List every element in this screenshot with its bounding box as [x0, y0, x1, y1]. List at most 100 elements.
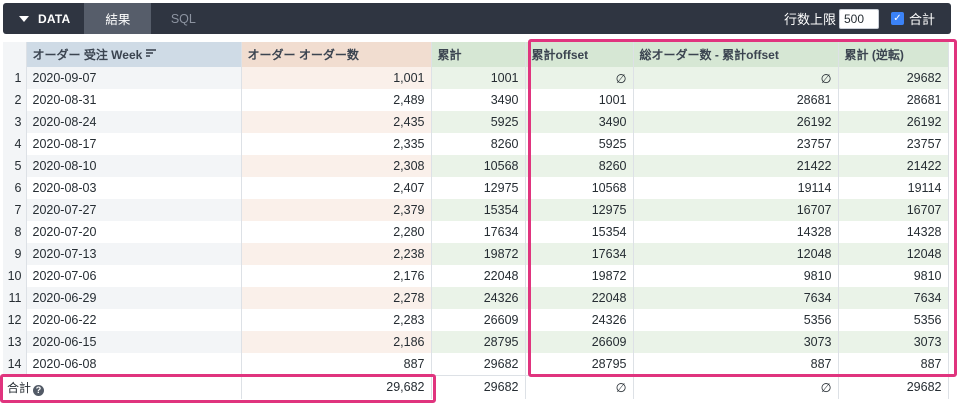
totals-label: 合計 — [7, 380, 32, 395]
cell-total-minus-offset-null[interactable]: ∅ — [633, 67, 839, 89]
cell-total-minus-offset[interactable]: 21422 — [633, 155, 839, 177]
cell-order-count[interactable]: 2,407 — [241, 177, 432, 199]
cell-cumulative-offset[interactable]: 5925 — [525, 133, 634, 155]
cell-total-minus-offset[interactable]: 9810 — [633, 265, 839, 287]
column-header-week[interactable]: オーダー 受注 Week — [26, 42, 242, 67]
cell-total-minus-offset[interactable]: 23757 — [633, 133, 839, 155]
cell-total-minus-offset[interactable]: 16707 — [633, 199, 839, 221]
cell-total-minus-offset[interactable]: 14328 — [633, 221, 839, 243]
column-header-cumulative-offset[interactable]: 累計offset — [525, 42, 634, 67]
cell-total-minus-offset[interactable]: 28681 — [633, 89, 839, 111]
sort-descending-icon[interactable] — [146, 48, 157, 59]
cell-cumulative[interactable]: 5925 — [431, 111, 526, 133]
cell-week[interactable]: 2020-08-31 — [26, 89, 242, 111]
totals-checkbox[interactable]: ✓ — [890, 12, 904, 25]
cell-cumulative-reversed[interactable]: 29682 — [838, 67, 949, 89]
cell-total-minus-offset[interactable]: 3073 — [633, 331, 839, 353]
cell-cumulative-offset[interactable]: 12975 — [525, 199, 634, 221]
cell-order-count[interactable]: 2,176 — [241, 265, 432, 287]
cell-cumulative-reversed[interactable]: 26192 — [838, 111, 949, 133]
cell-cumulative-reversed[interactable]: 5356 — [838, 309, 949, 331]
cell-cumulative-reversed[interactable]: 9810 — [838, 265, 949, 287]
row-number: 4 — [3, 133, 27, 155]
cell-cumulative[interactable]: 12975 — [431, 177, 526, 199]
tab-sql[interactable]: SQL — [151, 3, 215, 34]
cell-cumulative-offset[interactable]: 1001 — [525, 89, 634, 111]
cell-cumulative-reversed[interactable]: 19114 — [838, 177, 949, 199]
cell-cumulative-offset-null[interactable]: ∅ — [525, 67, 634, 89]
cell-order-count[interactable]: 2,335 — [241, 133, 432, 155]
row-limit-input[interactable] — [838, 8, 879, 29]
row-number: 3 — [3, 111, 27, 133]
cell-order-count[interactable]: 2,435 — [241, 111, 432, 133]
cell-week[interactable]: 2020-09-07 — [26, 67, 242, 89]
help-icon[interactable]: ? — [33, 384, 45, 396]
cell-cumulative-reversed[interactable]: 887 — [838, 353, 949, 375]
cell-cumulative-offset[interactable]: 22048 — [525, 287, 634, 309]
column-header-order-count[interactable]: オーダー オーダー数 — [241, 42, 432, 67]
cell-order-count[interactable]: 2,186 — [241, 331, 432, 353]
cell-cumulative-reversed[interactable]: 28681 — [838, 89, 949, 111]
cell-week[interactable]: 2020-07-06 — [26, 265, 242, 287]
column-header-cumulative[interactable]: 累計 — [431, 42, 526, 67]
cell-cumulative-reversed[interactable]: 16707 — [838, 199, 949, 221]
cell-week[interactable]: 2020-08-03 — [26, 177, 242, 199]
cell-cumulative[interactable]: 17634 — [431, 221, 526, 243]
cell-week[interactable]: 2020-07-13 — [26, 243, 242, 265]
data-section-toggle[interactable]: DATA — [3, 3, 84, 34]
cell-order-count[interactable]: 887 — [241, 353, 432, 375]
cell-cumulative-reversed[interactable]: 14328 — [838, 221, 949, 243]
cell-cumulative[interactable]: 24326 — [431, 287, 526, 309]
cell-cumulative-offset[interactable]: 10568 — [525, 177, 634, 199]
cell-cumulative-offset[interactable]: 28795 — [525, 353, 634, 375]
cell-order-count[interactable]: 1,001 — [241, 67, 432, 89]
cell-week[interactable]: 2020-07-27 — [26, 199, 242, 221]
cell-total-minus-offset[interactable]: 19114 — [633, 177, 839, 199]
column-header-total-minus-offset[interactable]: 総オーダー数 - 累計offset — [633, 42, 839, 67]
cell-week[interactable]: 2020-08-17 — [26, 133, 242, 155]
cell-cumulative-reversed[interactable]: 21422 — [838, 155, 949, 177]
cell-order-count[interactable]: 2,283 — [241, 309, 432, 331]
cell-week[interactable]: 2020-08-24 — [26, 111, 242, 133]
cell-cumulative[interactable]: 15354 — [431, 199, 526, 221]
cell-cumulative[interactable]: 22048 — [431, 265, 526, 287]
tab-results[interactable]: 結果 — [84, 3, 152, 34]
cell-order-count[interactable]: 2,308 — [241, 155, 432, 177]
cell-week[interactable]: 2020-06-08 — [26, 353, 242, 375]
cell-total-minus-offset[interactable]: 26192 — [633, 111, 839, 133]
cell-cumulative[interactable]: 10568 — [431, 155, 526, 177]
cell-total-minus-offset[interactable]: 5356 — [633, 309, 839, 331]
cell-cumulative[interactable]: 1001 — [431, 67, 526, 89]
cell-cumulative[interactable]: 8260 — [431, 133, 526, 155]
cell-cumulative-offset[interactable]: 17634 — [525, 243, 634, 265]
cell-cumulative[interactable]: 29682 — [431, 353, 526, 375]
cell-cumulative-offset[interactable]: 19872 — [525, 265, 634, 287]
cell-cumulative[interactable]: 3490 — [431, 89, 526, 111]
cell-cumulative-offset[interactable]: 15354 — [525, 221, 634, 243]
cell-cumulative-offset[interactable]: 3490 — [525, 111, 634, 133]
cell-cumulative-offset[interactable]: 24326 — [525, 309, 634, 331]
cell-order-count[interactable]: 2,379 — [241, 199, 432, 221]
cell-order-count[interactable]: 2,278 — [241, 287, 432, 309]
cell-week[interactable]: 2020-07-20 — [26, 221, 242, 243]
cell-total-minus-offset[interactable]: 7634 — [633, 287, 839, 309]
cell-order-count[interactable]: 2,238 — [241, 243, 432, 265]
cell-week[interactable]: 2020-06-29 — [26, 287, 242, 309]
cell-cumulative[interactable]: 28795 — [431, 331, 526, 353]
cell-order-count[interactable]: 2,280 — [241, 221, 432, 243]
cell-cumulative[interactable]: 26609 — [431, 309, 526, 331]
cell-cumulative-reversed[interactable]: 7634 — [838, 287, 949, 309]
cell-cumulative-reversed[interactable]: 3073 — [838, 331, 949, 353]
column-header-cumulative-reversed[interactable]: 累計 (逆転) — [838, 42, 949, 67]
cell-cumulative-offset[interactable]: 8260 — [525, 155, 634, 177]
cell-total-minus-offset[interactable]: 12048 — [633, 243, 839, 265]
cell-cumulative[interactable]: 19872 — [431, 243, 526, 265]
cell-cumulative-offset[interactable]: 26609 — [525, 331, 634, 353]
cell-week[interactable]: 2020-06-22 — [26, 309, 242, 331]
cell-cumulative-reversed[interactable]: 12048 — [838, 243, 949, 265]
cell-week[interactable]: 2020-08-10 — [26, 155, 242, 177]
cell-total-minus-offset[interactable]: 887 — [633, 353, 839, 375]
cell-week[interactable]: 2020-06-15 — [26, 331, 242, 353]
cell-order-count[interactable]: 2,489 — [241, 89, 432, 111]
cell-cumulative-reversed[interactable]: 23757 — [838, 133, 949, 155]
